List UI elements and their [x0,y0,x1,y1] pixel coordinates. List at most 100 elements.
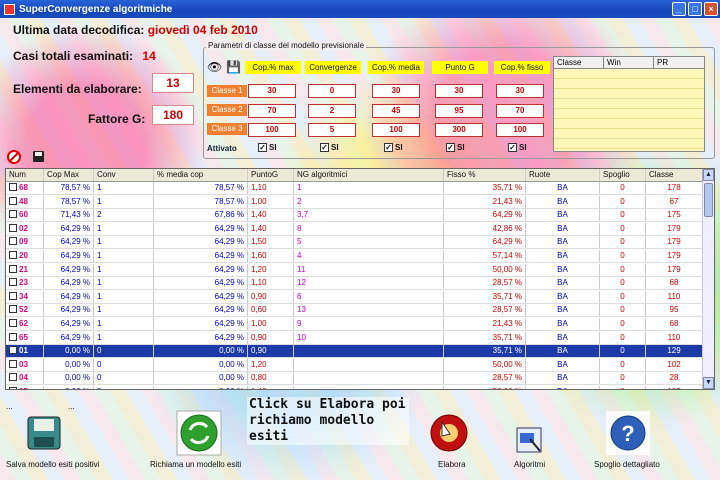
save-model-button[interactable] [24,413,64,453]
app-icon [4,3,15,15]
table-row[interactable]: 62 64,29 % 1 64,29 % 1,00 9 21,43 % BA 0 68 [6,318,703,331]
activate-copfisso-checkbox[interactable]: ✓ SI [508,143,527,152]
row-media-cop: 67,86 % [154,209,248,222]
row-checkbox[interactable] [9,237,17,246]
scroll-up-button[interactable]: ▲ [703,169,714,181]
row-checkbox[interactable] [9,387,17,389]
header-conv[interactable]: Conv [94,169,154,181]
row-num-text: 62 [19,319,28,328]
classe-1-label: Classe 1 [207,85,247,97]
param-c3-conv[interactable]: 5 [308,123,356,137]
header-cop-max[interactable]: Cop Max [44,169,94,181]
param-c1-conv[interactable]: 0 [308,84,356,98]
maximize-button[interactable]: □ [688,2,702,16]
param-c2-puntog[interactable]: 95 [435,104,483,118]
row-checkbox[interactable] [9,264,17,273]
table-row[interactable]: 20 64,29 % 1 64,29 % 1,60 4 57,14 % BA 0 179 [6,250,703,263]
param-c3-copmedia[interactable]: 100 [372,123,420,137]
row-checkbox[interactable] [9,319,17,327]
header-classe[interactable]: Classe [646,169,703,181]
activate-copmedia-checkbox[interactable]: ✓ SI [384,143,403,152]
table-row[interactable]: 04 0,00 % 0 0,00 % 0,80 28,57 % BA 0 28 [6,372,703,386]
row-num: 65 [6,331,44,344]
param-c2-copfisso[interactable]: 70 [496,104,544,118]
param-c1-copfisso[interactable]: 30 [496,84,544,98]
table-row[interactable]: 34 64,29 % 1 64,29 % 0,90 6 35,71 % BA 0 110 [6,290,703,304]
results-grid[interactable]: Num Cop Max Conv % media cop PuntoG NG a… [5,168,715,390]
recall-model-button[interactable] [176,410,222,456]
row-checkbox[interactable] [9,346,17,355]
spoglio-button[interactable]: ? [606,411,650,455]
row-conv: 1 [94,318,154,330]
binoculars-icon[interactable]: 👁 [207,60,222,74]
activate-copmax-checkbox[interactable]: ✓ SI [258,143,277,152]
table-row[interactable]: 68 78,57 % 1 78,57 % 1,10 1 35,71 % BA 0 178 [6,182,703,195]
param-c2-conv[interactable]: 2 [308,104,356,118]
table-row[interactable]: 050,00 %00,00 %1,4050,00 %BA0103 [6,386,703,389]
row-checkbox[interactable] [9,278,17,287]
table-row[interactable]: 01 0,00 % 0 0,00 % 0,90 35,71 % BA 0 129 [6,345,703,359]
table-row[interactable]: 02 64,29 % 1 64,29 % 1,40 8 42,86 % BA 0 179 [6,222,703,236]
minimize-button[interactable]: _ [672,2,686,16]
param-c1-puntog[interactable]: 30 [435,84,483,98]
win-col-win: Win [604,57,654,68]
scroll-down-button[interactable]: ▼ [703,377,714,389]
header-ng-algoritmici[interactable]: NG algoritmici [294,169,444,181]
factor-input[interactable]: 180 [152,105,194,125]
elements-input[interactable]: 13 [152,73,194,93]
row-checkbox[interactable] [9,373,17,382]
table-row[interactable]: 60 71,43 % 2 67,86 % 1,40 3,7 64,29 % BA 0 175 [6,209,703,223]
row-classe: 178 [646,182,703,194]
row-ruote: BA [526,222,600,235]
row-punto-g: 1,60 [248,250,294,262]
row-checkbox[interactable] [9,251,17,259]
row-checkbox[interactable] [9,359,17,368]
elabora-button[interactable] [428,412,470,454]
row-num: 21 [6,263,44,276]
floppy-save-icon[interactable]: 💾 [226,60,241,74]
table-row[interactable]: 48 78,57 % 1 78,57 % 1,00 2 21,43 % BA 0 67 [6,195,703,209]
row-punto-g: 1,40 [248,222,294,235]
param-c2-copmedia[interactable]: 45 [372,104,420,118]
param-c1-copmedia[interactable]: 30 [372,84,420,98]
row-checkbox[interactable] [9,332,17,341]
row-conv: 1 [94,195,154,208]
row-checkbox[interactable] [9,183,17,191]
row-checkbox[interactable] [9,196,17,205]
grid-scrollbar[interactable]: ▲ ▼ [702,169,714,389]
row-ruote: BA [526,195,600,208]
header-punto-g[interactable]: PuntoG [248,169,294,181]
param-c3-puntog[interactable]: 300 [435,123,483,137]
row-num: 09 [6,236,44,249]
save-grid-icon[interactable] [33,151,44,162]
row-checkbox[interactable] [9,291,17,300]
table-row[interactable]: 21 64,29 % 1 64,29 % 1,20 11 50,00 % BA 0 179 [6,263,703,277]
cancel-icon[interactable] [7,150,21,164]
spoglio-label: Spoglio dettagliato [594,460,660,469]
param-c3-copfisso[interactable]: 100 [496,123,544,137]
table-row[interactable]: 65 64,29 % 1 64,29 % 0,90 10 35,71 % BA 0 110 [6,331,703,345]
activate-puntog-checkbox[interactable]: ✓ SI [446,143,465,152]
table-row[interactable]: 23 64,29 % 1 64,29 % 1,10 12 28,57 % BA 0 68 [6,277,703,291]
table-row[interactable]: 09 64,29 % 1 64,29 % 1,50 5 64,29 % BA 0 179 [6,236,703,250]
row-checkbox[interactable] [9,223,17,232]
header-num[interactable]: Num [6,169,44,181]
row-spoglio: 0 [600,236,646,249]
row-checkbox[interactable] [9,210,17,219]
param-c1-copmax[interactable]: 30 [248,84,296,98]
header-media-cop[interactable]: % media cop [154,169,248,181]
row-ng: 8 [294,222,444,235]
header-ruote[interactable]: Ruote [526,169,600,181]
header-spoglio[interactable]: Spoglio [600,169,646,181]
table-row[interactable]: 52 64,29 % 1 64,29 % 0,60 13 28,57 % BA 0 95 [6,304,703,318]
algoritmi-button[interactable] [514,425,544,455]
row-checkbox[interactable] [9,305,17,314]
scroll-thumb[interactable] [704,183,713,217]
row-fisso: 21,43 % [444,318,526,330]
param-c3-copmax[interactable]: 100 [248,123,296,137]
close-button[interactable]: × [704,2,718,16]
header-fisso[interactable]: Fisso % [444,169,526,181]
table-row[interactable]: 03 0,00 % 0 0,00 % 1,20 50,00 % BA 0 102 [6,358,703,372]
activate-conv-checkbox[interactable]: ✓ SI [320,143,339,152]
param-c2-copmax[interactable]: 70 [248,104,296,118]
